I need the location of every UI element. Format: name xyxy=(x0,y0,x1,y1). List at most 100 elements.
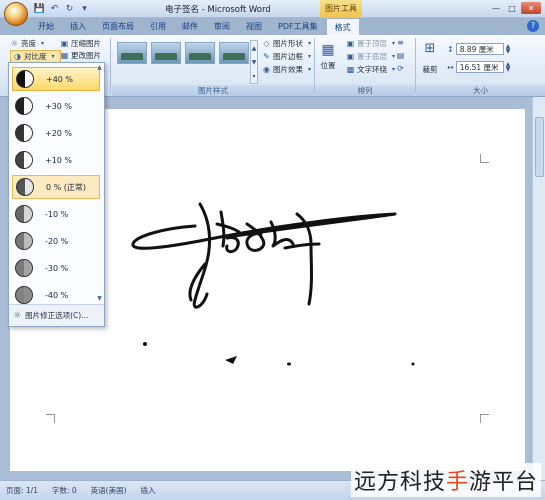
picture-tools-context-title: 图片工具 xyxy=(320,0,362,18)
undo-icon[interactable]: ↶ xyxy=(49,3,60,14)
contrast-option-plus10[interactable]: +10 % xyxy=(12,148,100,172)
size-group-label: 大小 xyxy=(416,85,545,96)
contrast-option-minus20[interactable]: -20 % xyxy=(12,229,100,253)
rotate-button[interactable]: ⟳ xyxy=(396,64,405,73)
picture-border-button[interactable]: ✎ 图片边框 ▾ xyxy=(262,51,314,62)
spinner-arrows-icon[interactable]: ▲ ▼ xyxy=(506,44,511,55)
picture-style-3[interactable] xyxy=(185,42,215,64)
redo-icon[interactable]: ↻ xyxy=(64,3,75,14)
gallery-more-icon[interactable]: ▾ xyxy=(252,73,255,80)
insert-mode[interactable]: 插入 xyxy=(141,485,156,496)
qat-menu-icon[interactable]: ▾ xyxy=(79,3,90,14)
margin-corner-mark xyxy=(480,154,489,163)
align-icon: ≡ xyxy=(397,38,404,47)
rotate-icon: ⟳ xyxy=(397,64,404,73)
picture-style-1[interactable] xyxy=(117,42,147,64)
width-icon: ↔ xyxy=(447,62,454,72)
watermark-highlight: 手 xyxy=(445,470,469,495)
send-to-back-button[interactable]: ▣ 置于底层 ▾ xyxy=(346,51,398,62)
contrast-option-normal[interactable]: 0 % (正常) xyxy=(12,175,100,199)
chevron-down-icon: ▾ xyxy=(51,53,55,60)
contrast-option-plus40[interactable]: +40 % xyxy=(12,67,100,91)
minimize-button[interactable]: — xyxy=(489,2,503,14)
height-input[interactable]: 8.89 厘米 xyxy=(455,43,504,55)
bring-to-front-button[interactable]: ▣ 置于顶层 ▾ xyxy=(346,38,398,49)
tab-home[interactable]: 开始 xyxy=(30,18,62,35)
gallery-scroll[interactable]: ▲ ▼ ▾ xyxy=(250,40,258,84)
text-wrap-icon: ▩ xyxy=(346,65,355,74)
resize-grip[interactable]: ⋯ xyxy=(9,325,104,331)
word-count[interactable]: 字数: 0 xyxy=(52,485,77,496)
crop-icon: ⊞ xyxy=(424,40,436,56)
tab-format[interactable]: 格式 xyxy=(325,18,360,35)
arrange-group-label: 排列 xyxy=(315,85,415,96)
menu-scroll[interactable]: ▲ ▼ xyxy=(96,64,103,302)
contrast-option-minus10[interactable]: -10 % xyxy=(12,202,100,226)
picture-shape-label: 图片形状 xyxy=(273,39,303,48)
picture-correction-label: 图片修正选项(C)... xyxy=(25,311,89,320)
tab-insert[interactable]: 插入 xyxy=(62,18,94,35)
chevron-up-icon[interactable]: ▲ xyxy=(97,64,102,71)
contrast-option-label: +40 % xyxy=(46,74,74,84)
effects-icon: ◉ xyxy=(263,65,270,74)
close-button[interactable]: ✕ xyxy=(521,2,541,14)
crop-button[interactable]: ⊞ 裁剪 xyxy=(422,40,438,75)
change-picture-icon: ▦ xyxy=(60,51,69,60)
change-picture-label: 更改图片 xyxy=(71,51,101,60)
ribbon-tabs: 开始 插入 页面布局 引用 邮件 审阅 视图 PDF工具集 格式 xyxy=(30,18,360,35)
scrollbar-thumb[interactable] xyxy=(535,117,544,177)
contrast-icon xyxy=(15,151,33,169)
border-icon: ✎ xyxy=(263,52,270,61)
contrast-icon xyxy=(16,70,34,88)
picture-style-2[interactable] xyxy=(151,42,181,64)
chevron-up-icon[interactable]: ▲ xyxy=(252,45,257,52)
change-picture-button[interactable]: ▦ 更改图片 xyxy=(60,50,101,61)
language-indicator[interactable]: 英语(美国) xyxy=(91,485,127,496)
tab-pdf-tools[interactable]: PDF工具集 xyxy=(270,18,326,35)
width-input[interactable]: 16.51 厘米 xyxy=(455,61,504,73)
tab-page-layout[interactable]: 页面布局 xyxy=(94,18,142,35)
align-button[interactable]: ≡ xyxy=(396,38,405,47)
height-spinner[interactable]: ↕ 8.89 厘米 ▲ ▼ xyxy=(447,43,510,55)
sun-icon: ☼ xyxy=(10,39,19,48)
picture-effects-button[interactable]: ◉ 图片效果 ▾ xyxy=(262,64,314,75)
picture-correction-options[interactable]: ☼ 图片修正选项(C)... xyxy=(9,304,104,326)
position-label: 位置 xyxy=(320,61,336,70)
office-button[interactable] xyxy=(4,2,28,26)
help-icon[interactable]: ? xyxy=(527,20,539,32)
tab-view[interactable]: 视图 xyxy=(238,18,270,35)
tab-mailings[interactable]: 邮件 xyxy=(174,18,206,35)
contrast-option-minus30[interactable]: -30 % xyxy=(12,256,100,280)
tab-references[interactable]: 引用 xyxy=(142,18,174,35)
send-back-label: 置于底层 xyxy=(357,52,387,61)
vertical-scrollbar[interactable] xyxy=(532,97,545,480)
page-count[interactable]: 页面: 1/1 xyxy=(6,485,38,496)
spinner-arrows-icon[interactable]: ▲ ▼ xyxy=(506,62,511,73)
watermark-suffix: 游平台 xyxy=(468,470,538,495)
width-spinner[interactable]: ↔ 16.51 厘米 ▲ ▼ xyxy=(447,61,510,73)
group-objects-button[interactable]: ▤ xyxy=(396,51,405,60)
contrast-option-plus20[interactable]: +20 % xyxy=(12,121,100,145)
chevron-down-icon[interactable]: ▼ xyxy=(252,59,257,66)
contrast-icon xyxy=(15,124,33,142)
chevron-down-icon: ▾ xyxy=(307,66,311,73)
contrast-icon xyxy=(15,259,33,277)
position-button[interactable]: ▦ 位置 xyxy=(320,42,336,71)
picture-shape-button[interactable]: ◇ 图片形状 ▾ xyxy=(262,38,314,49)
contrast-option-plus30[interactable]: +30 % xyxy=(12,94,100,118)
text-wrapping-button[interactable]: ▩ 文字环绕 ▾ xyxy=(346,64,398,75)
contrast-icon xyxy=(16,178,34,196)
signature-image[interactable] xyxy=(125,184,425,366)
chevron-down-icon: ▾ xyxy=(307,53,311,60)
picture-style-4[interactable] xyxy=(219,42,249,64)
save-icon[interactable]: 💾 xyxy=(34,3,45,14)
chevron-down-icon: ▾ xyxy=(307,40,311,47)
chevron-down-icon: ▾ xyxy=(40,40,44,47)
chevron-down-icon[interactable]: ▼ xyxy=(97,295,102,302)
compress-label: 压缩图片 xyxy=(71,39,101,48)
brightness-button[interactable]: ☼ 亮度 ▾ xyxy=(10,38,47,49)
compress-pictures-button[interactable]: ▣ 压缩图片 xyxy=(60,38,101,49)
quick-access-toolbar: 💾 ↶ ↻ ▾ xyxy=(34,3,90,14)
maximize-button[interactable]: □ xyxy=(505,2,519,14)
tab-review[interactable]: 审阅 xyxy=(206,18,238,35)
